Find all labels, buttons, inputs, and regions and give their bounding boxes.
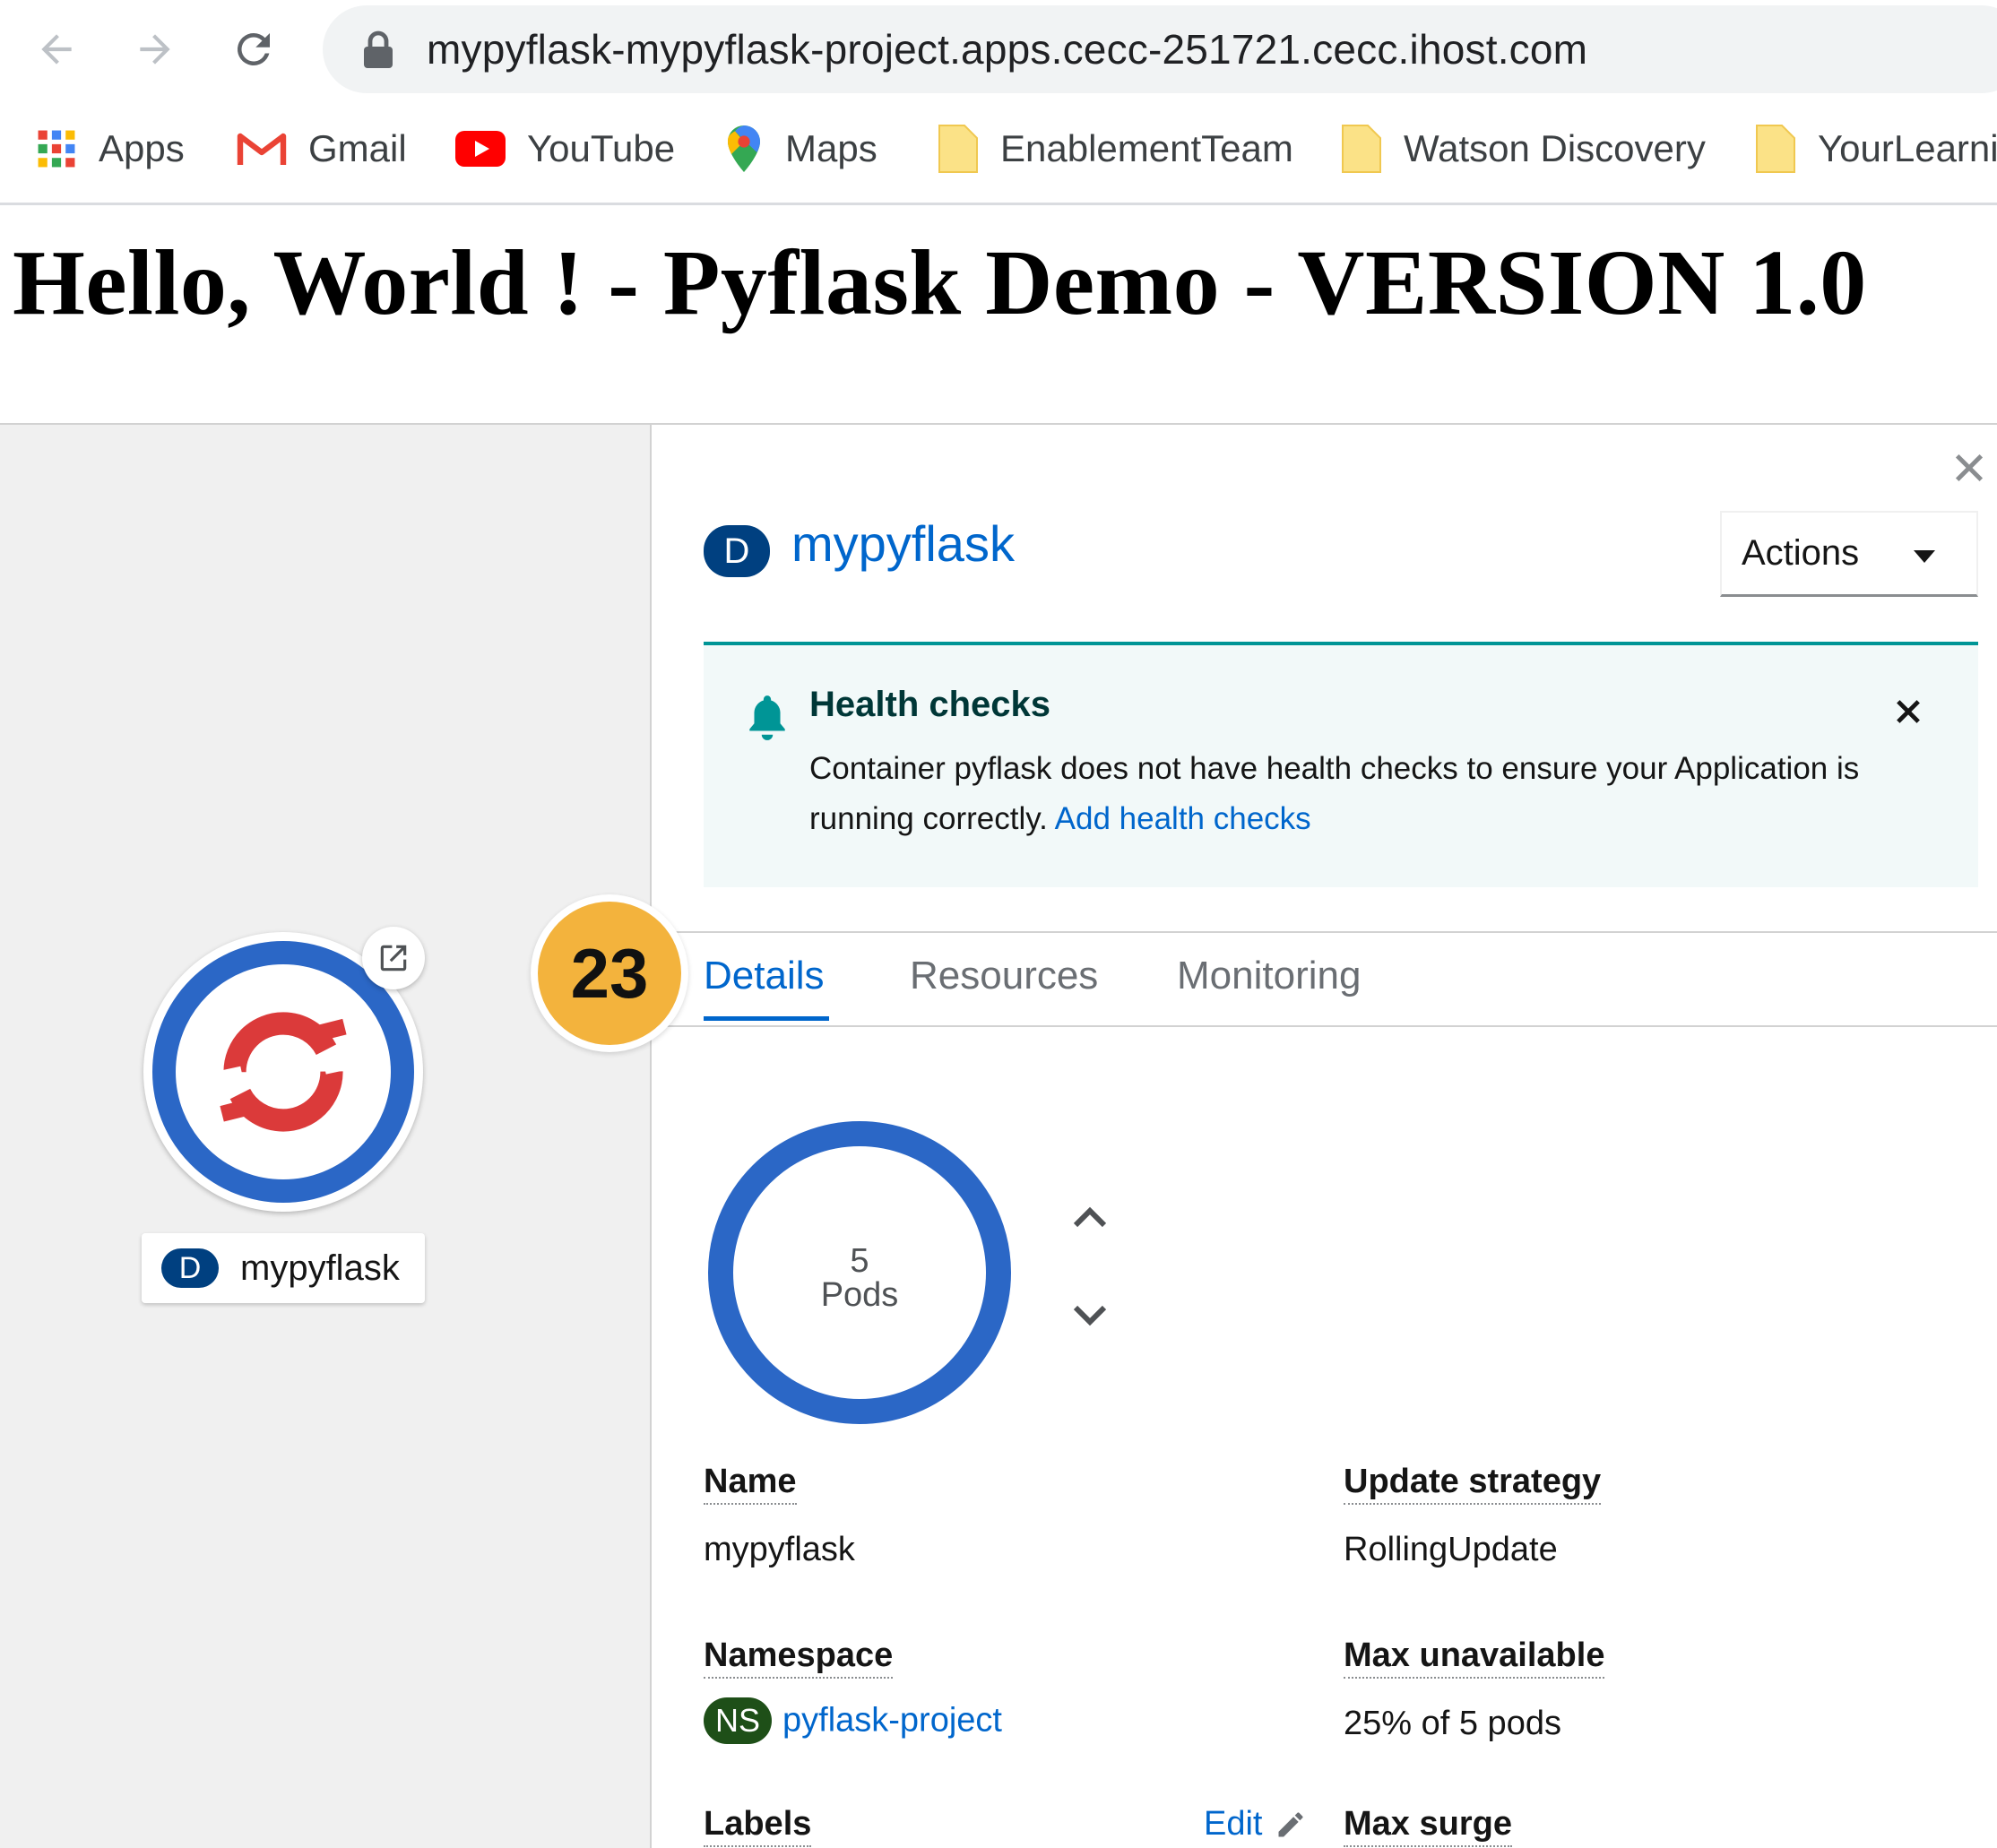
namespace-link[interactable]: pyflask-project (782, 1702, 1002, 1740)
bookmark-gmail[interactable]: Gmail (237, 122, 407, 176)
actions-dropdown[interactable]: Actions (1720, 511, 1978, 597)
max-unavailable-term: Max unavailable (1344, 1636, 1605, 1679)
pods-label: Pods (820, 1276, 899, 1314)
deployment-badge: D (704, 525, 770, 577)
close-icon (1955, 453, 1984, 482)
lock-icon (364, 30, 393, 68)
bookmark-youtube[interactable]: YouTube (455, 122, 675, 176)
pods-count: 5 (850, 1242, 869, 1280)
step-number-badge: 23 (531, 894, 688, 1052)
bookmark-label: EnablementTeam (1000, 127, 1293, 169)
address-bar[interactable]: mypyflask-mypyflask-project.apps.cecc-25… (323, 5, 1997, 93)
back-arrow-icon (41, 34, 72, 65)
node-label[interactable]: D mypyflask (142, 1233, 425, 1303)
tab-details[interactable]: Details (704, 954, 825, 998)
caret-down-icon (1914, 550, 1935, 563)
bookmark-label: Watson Discovery (1404, 127, 1706, 169)
reload-button[interactable] (224, 20, 283, 79)
close-icon (1897, 700, 1920, 723)
forward-button[interactable] (125, 20, 185, 79)
bookmark-apps[interactable]: Apps (36, 122, 185, 176)
pencil-icon (1278, 1811, 1303, 1836)
bookmark-maps[interactable]: Maps (724, 122, 877, 176)
forward-arrow-icon (140, 34, 170, 65)
page-heading: Hello, World ! - Pyflask Demo - VERSION … (13, 231, 1867, 334)
apps-grid-icon (36, 128, 77, 169)
active-tab-indicator (704, 1016, 829, 1021)
external-link-icon (380, 945, 407, 971)
bookmark-yourlearning[interactable]: YourLearni (1755, 122, 1997, 176)
browser-chrome: mypyflask-mypyflask-project.apps.cecc-25… (0, 0, 1997, 205)
name-value: mypyflask (704, 1531, 855, 1568)
openshift-icon (218, 1012, 349, 1132)
resource-title[interactable]: mypyflask (791, 514, 1015, 573)
namespace-term: Namespace (704, 1636, 894, 1679)
health-checks-alert: Health checks Container pyflask does not… (704, 642, 1978, 887)
labels-edit-button[interactable]: Edit (1204, 1805, 1307, 1844)
bookmark-enablementteam[interactable]: EnablementTeam (938, 122, 1293, 176)
scale-down-button[interactable] (1068, 1292, 1112, 1337)
tab-resources[interactable]: Resources (910, 954, 1098, 998)
alert-title: Health checks (809, 685, 1051, 724)
chevron-down-icon (1073, 1305, 1107, 1326)
update-strategy-term: Update strategy (1344, 1463, 1602, 1505)
scale-up-button[interactable] (1068, 1196, 1112, 1240)
folder-icon (1341, 124, 1382, 174)
actions-label: Actions (1742, 533, 1860, 573)
youtube-icon (455, 131, 506, 167)
name-term: Name (704, 1463, 797, 1505)
bookmark-label: YouTube (527, 127, 676, 169)
bookmark-label: Gmail (308, 127, 407, 169)
max-unavailable-value: 25% of 5 pods (1344, 1705, 1561, 1742)
reload-icon (237, 32, 270, 65)
deployment-badge: D (161, 1248, 219, 1288)
namespace-value: NS pyflask-project (704, 1697, 1002, 1744)
alert-body-text: Container pyflask does not have health c… (809, 751, 1860, 836)
labels-edit-label: Edit (1204, 1805, 1263, 1843)
node-label-text: mypyflask (240, 1248, 400, 1288)
step-number: 23 (538, 902, 681, 1045)
namespace-badge: NS (704, 1697, 772, 1744)
gmail-icon (237, 131, 287, 167)
bell-icon (749, 695, 785, 740)
chevron-up-icon (1073, 1206, 1107, 1228)
update-strategy-value: RollingUpdate (1344, 1531, 1558, 1568)
add-health-checks-link[interactable]: Add health checks (1055, 801, 1311, 836)
alert-close-button[interactable] (1887, 690, 1930, 733)
back-button[interactable] (27, 20, 86, 79)
open-url-button[interactable] (362, 927, 425, 989)
side-panel: D mypyflask Actions Health checks Contai… (650, 423, 1997, 1848)
url-text[interactable]: mypyflask-mypyflask-project.apps.cecc-25… (427, 25, 1587, 73)
bookmark-watson-discovery[interactable]: Watson Discovery (1341, 122, 1706, 176)
labels-term: Labels (704, 1805, 812, 1847)
tab-monitoring[interactable]: Monitoring (1177, 954, 1361, 998)
bookmark-label: YourLearni (1818, 127, 1997, 169)
maps-icon (724, 124, 764, 174)
bookmark-label: Apps (99, 127, 185, 169)
max-surge-term: Max surge (1344, 1805, 1512, 1847)
alert-body: Container pyflask does not have health c… (809, 744, 1966, 844)
folder-icon (1755, 124, 1796, 174)
folder-icon (938, 124, 979, 174)
close-panel-button[interactable] (1942, 441, 1996, 495)
bookmark-label: Maps (785, 127, 877, 169)
